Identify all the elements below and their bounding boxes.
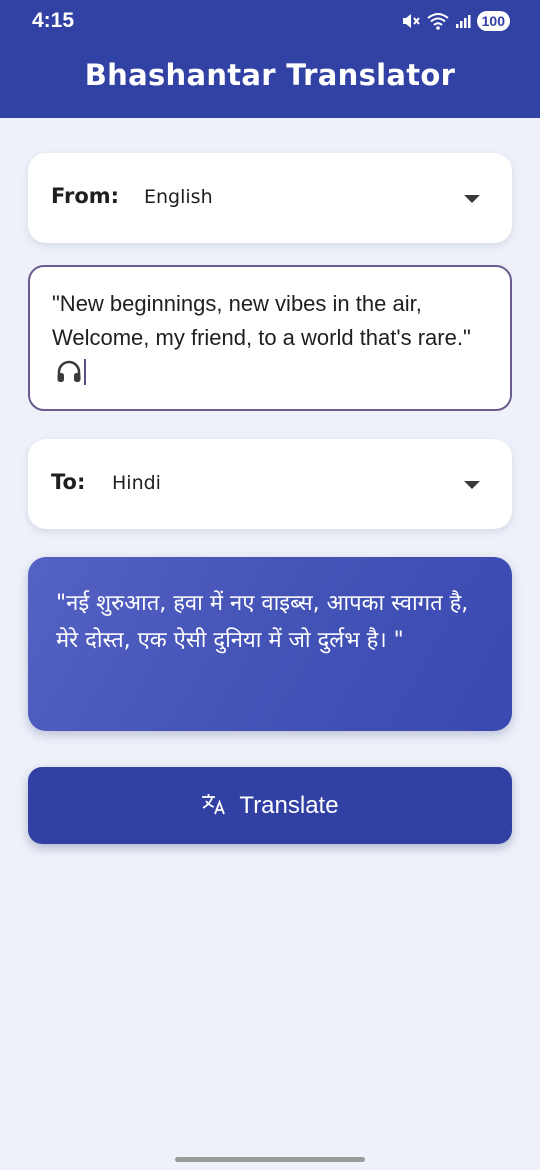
status-bar: 4:15 100 <box>0 0 540 44</box>
battery-icon: 100 <box>476 11 510 31</box>
signal-icon <box>455 13 471 29</box>
source-text: "New beginnings, new vibes in the air, W… <box>52 287 492 394</box>
translate-icon <box>201 792 227 820</box>
app-bar: 4:15 100 Bhashantar Translator <box>0 0 540 118</box>
status-time: 4:15 <box>32 9 75 32</box>
status-icons: 100 <box>401 11 510 31</box>
translation-output-text: "नई शुरुआत, हवा में नए वाइब्स, आपका स्वा… <box>56 591 469 653</box>
headphone-icon <box>56 360 82 394</box>
target-language-value: Hindi <box>112 472 161 494</box>
source-text-content: "New beginnings, new vibes in the air, W… <box>52 291 477 350</box>
target-language-dropdown[interactable]: To: Hindi <box>28 439 512 529</box>
source-language-dropdown[interactable]: From: English <box>28 153 512 243</box>
dropdown-arrow-icon <box>464 481 480 489</box>
translate-button[interactable]: Translate <box>28 767 512 844</box>
translate-button-label: Translate <box>239 791 339 819</box>
source-language-label: From: <box>51 184 120 208</box>
translation-output-card: "नई शुरुआत, हवा में नए वाइब्स, आपका स्वा… <box>28 557 512 731</box>
target-language-label: To: <box>51 470 86 494</box>
source-text-input[interactable]: "New beginnings, new vibes in the air, W… <box>28 265 512 411</box>
source-language-value: English <box>144 186 213 208</box>
home-indicator[interactable] <box>175 1157 365 1162</box>
text-cursor <box>84 359 86 385</box>
wifi-icon <box>427 12 449 30</box>
app-title: Bhashantar Translator <box>84 58 456 92</box>
dropdown-arrow-icon <box>464 195 480 203</box>
mute-icon <box>401 12 421 30</box>
